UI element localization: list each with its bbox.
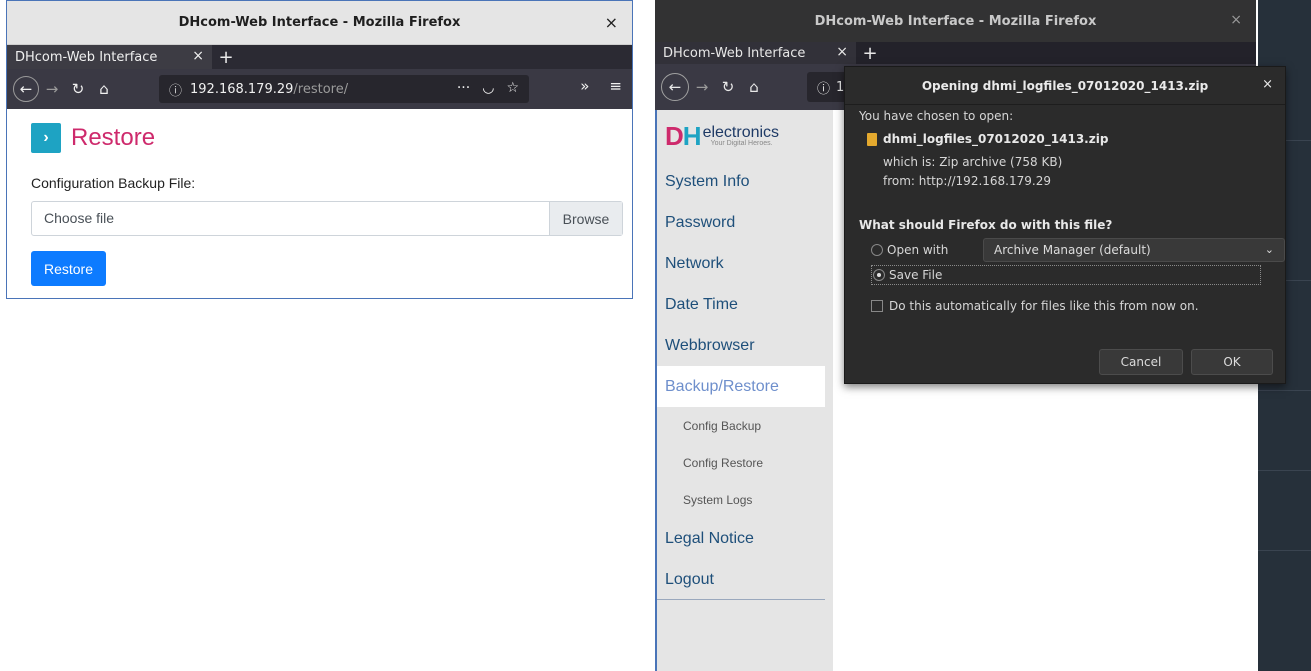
window-titlebar: DHcom-Web Interface - Mozilla Firefox × [655,0,1256,42]
tab-dhcom[interactable]: DHcom-Web Interface × [7,45,212,69]
home-icon[interactable]: ⌂ [741,74,767,100]
reload-icon[interactable]: ↻ [65,76,91,102]
reload-icon[interactable]: ↻ [715,74,741,100]
pocket-icon[interactable]: ◡ [482,80,494,96]
forward-arrow-icon[interactable]: → [689,74,715,100]
sidebar-item-webbrowser[interactable]: Webbrowser [657,325,825,366]
window-title: DHcom-Web Interface - Mozilla Firefox [178,15,461,30]
sidebar-item-network[interactable]: Network [657,243,825,284]
cancel-button[interactable]: Cancel [1099,349,1183,375]
open-with-radio[interactable] [871,244,883,256]
file-placeholder: Choose file [44,210,115,226]
file-name: dhmi_logfiles_07012020_1413.zip [883,132,1109,146]
window-close-icon[interactable]: × [605,13,618,32]
window-close-icon[interactable]: × [1230,12,1242,28]
auto-label: Do this automatically for files like thi… [889,299,1199,313]
dialog-title: Opening dhmi_logfiles_07012020_1413.zip [921,78,1209,93]
chevron-right-icon: › [31,123,61,153]
file-source: from: http://192.168.179.29 [883,174,1051,188]
dh-logo-mark: DH [665,121,702,151]
forward-arrow-icon[interactable]: → [39,76,65,102]
tab-label: DHcom-Web Interface [663,45,806,61]
tab-strip: DHcom-Web Interface × + [655,42,1256,64]
tab-label: DHcom-Web Interface [15,49,158,65]
restore-button[interactable]: Restore [31,251,106,286]
file-type: which is: Zip archive (758 KB) [883,155,1063,169]
tab-close-icon[interactable]: × [836,44,848,60]
save-file-label: Save File [889,268,943,282]
back-arrow-icon[interactable]: ← [661,73,689,101]
dialog-question: What should Firefox do with this file? [859,218,1113,232]
page-content: › Restore Configuration Backup File: Cho… [7,109,632,298]
dialog-titlebar: Opening dhmi_logfiles_07012020_1413.zip … [845,67,1285,105]
sidebar-divider [657,599,825,600]
info-icon[interactable]: ⓘ [169,80,182,99]
url-path: /restore/ [293,81,349,97]
open-with-label: Open with [887,243,949,257]
navigation-toolbar: ← → ↻ ⌂ ⓘ 192.168.179.29/restore/ ··· ◡ … [7,69,632,109]
chosen-text: You have chosen to open: [859,109,1014,123]
sidebar-item-logout[interactable]: Logout [657,559,825,600]
zip-file-icon [867,132,877,146]
window-titlebar: DHcom-Web Interface - Mozilla Firefox × [7,1,632,45]
sidebar-subitem-config-restore[interactable]: Config Restore [657,444,825,481]
new-tab-icon[interactable]: + [856,42,884,64]
page-heading: › Restore [31,123,155,153]
info-icon[interactable]: ⓘ [817,78,830,97]
tab-dhcom[interactable]: DHcom-Web Interface × [655,42,856,64]
tab-close-icon[interactable]: × [192,48,204,64]
browse-button[interactable]: Browse [549,202,622,235]
home-icon[interactable]: ⌂ [91,76,117,102]
sidebar-menu: System Info Password Network Date Time W… [657,161,825,600]
backup-file-label: Configuration Backup File: [31,175,196,191]
sidebar-item-date-time[interactable]: Date Time [657,284,825,325]
firefox-window-restore: DHcom-Web Interface - Mozilla Firefox × … [6,0,633,299]
sidebar-subitem-config-backup[interactable]: Config Backup [657,407,825,444]
save-file-radio[interactable] [873,269,885,281]
sidebar-item-password[interactable]: Password [657,202,825,243]
backup-file-input[interactable]: Choose file Browse [31,201,623,236]
file-row: dhmi_logfiles_07012020_1413.zip [867,132,1108,146]
dh-logo: DH electronics Your Digital Heroes. [665,122,779,150]
open-file-dialog: Opening dhmi_logfiles_07012020_1413.zip … [844,66,1286,384]
auto-row: Do this automatically for files like thi… [871,299,1199,313]
sidebar-item-backup-restore[interactable]: Backup/Restore [657,366,825,407]
bookmark-star-icon[interactable]: ☆ [506,80,519,96]
ok-button[interactable]: OK [1191,349,1273,375]
open-with-row: Open with Archive Manager (default) ⌄ [871,238,1285,262]
sidebar-item-legal-notice[interactable]: Legal Notice [657,518,825,559]
sidebar-item-system-info[interactable]: System Info [657,161,825,202]
page-actions-icon[interactable]: ··· [457,80,470,96]
open-with-app: Archive Manager (default) [994,243,1151,257]
tab-strip: DHcom-Web Interface × + [7,45,632,69]
page-title: Restore [71,124,156,151]
hamburger-menu-icon[interactable]: ≡ [609,77,622,95]
sidebar: DH electronics Your Digital Heroes. Syst… [657,110,833,671]
dialog-close-icon[interactable]: × [1262,77,1273,92]
new-tab-icon[interactable]: + [212,45,240,69]
auto-checkbox[interactable] [871,300,883,312]
save-file-row: Save File [845,265,1285,285]
url-host: 192.168.179.29 [190,81,294,97]
url-bar[interactable]: ⓘ 192.168.179.29/restore/ ··· ◡ ☆ [159,75,529,103]
back-arrow-icon[interactable]: ← [13,76,39,102]
sidebar-subitem-system-logs[interactable]: System Logs [657,481,825,518]
chevron-down-icon: ⌄ [1264,243,1274,256]
window-title: DHcom-Web Interface - Mozilla Firefox [814,13,1097,29]
overflow-chevron-icon[interactable]: » [580,77,589,95]
brand-tagline: Your Digital Heroes. [710,140,773,147]
open-with-select[interactable]: Archive Manager (default) ⌄ [983,238,1285,262]
